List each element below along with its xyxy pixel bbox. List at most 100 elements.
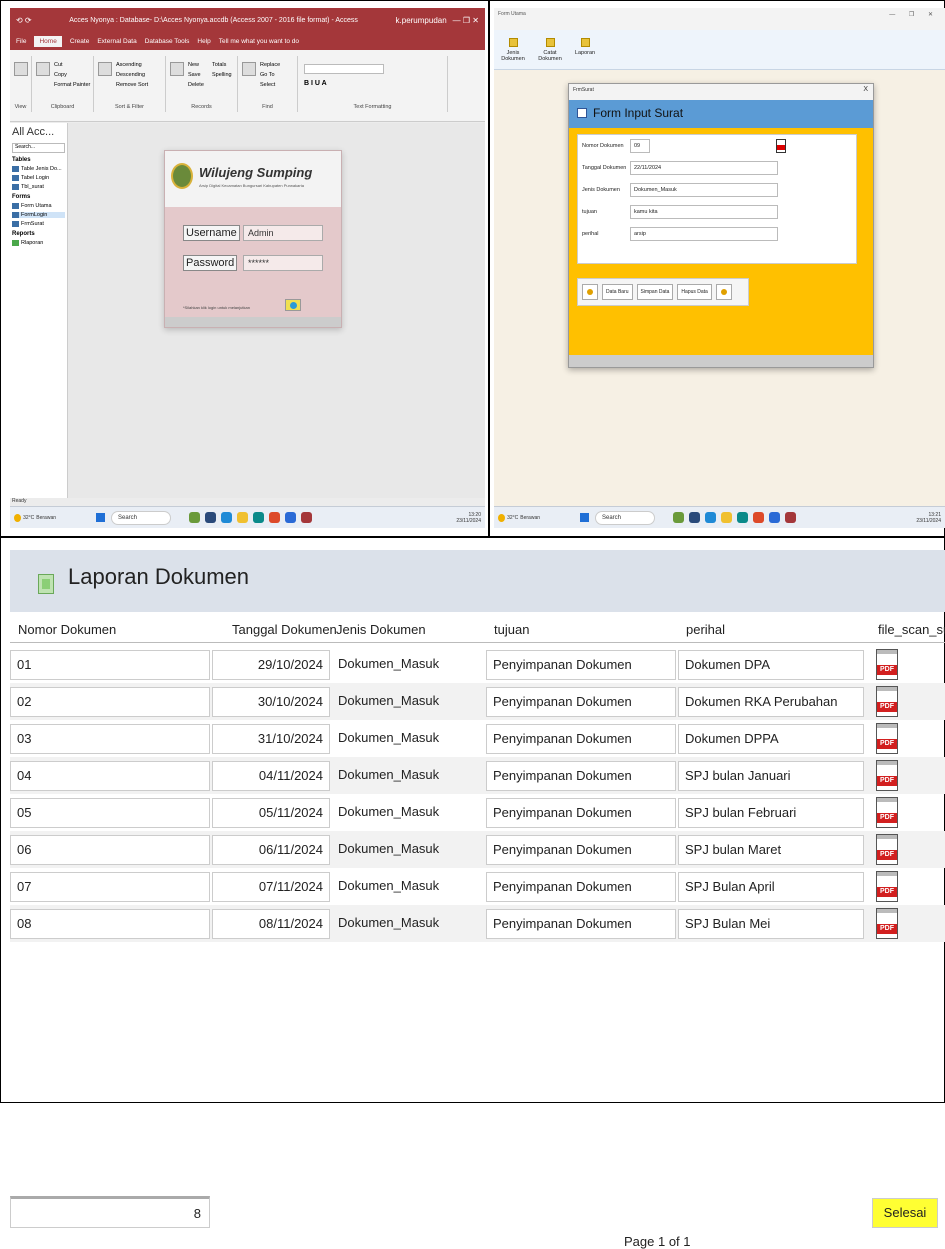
- weather-widget[interactable]: 32°C Berawan: [494, 513, 540, 522]
- form-fields-area: Nomor Dokumen 09 Tanggal Dokumen 22/11/2…: [577, 134, 857, 264]
- format-painter-button[interactable]: Format Painter: [54, 82, 90, 88]
- quick-access-icons[interactable]: ⟲ ⟳: [16, 16, 32, 25]
- login-button[interactable]: [285, 299, 301, 311]
- nav-item[interactable]: Table Jenis Do...: [12, 166, 65, 172]
- pdf-file-icon[interactable]: PDF: [876, 797, 898, 828]
- app-icon[interactable]: [253, 512, 264, 523]
- previous-record-button[interactable]: [582, 284, 598, 300]
- pdf-file-icon[interactable]: PDF: [876, 686, 898, 717]
- view-icon[interactable]: [14, 62, 28, 76]
- nav-search-input[interactable]: Search...: [12, 143, 65, 153]
- tab-help[interactable]: Help: [197, 38, 210, 45]
- form-input-surat: FrmSurat X Form Input Surat Nomor Dokumen…: [568, 83, 874, 368]
- app-icon[interactable]: [689, 512, 700, 523]
- catat-dokumen-button[interactable]: Catat Dokumen: [532, 36, 568, 66]
- username-input[interactable]: Admin: [243, 225, 323, 241]
- nav-section-forms[interactable]: Forms: [12, 194, 65, 200]
- descending-button[interactable]: Descending: [116, 72, 145, 78]
- pdf-attachment-icon[interactable]: [776, 139, 786, 153]
- delete-button[interactable]: Delete: [188, 82, 204, 88]
- weather-widget[interactable]: 32°C Berawan: [10, 513, 56, 522]
- cut-button[interactable]: Cut: [54, 62, 63, 68]
- pdf-file-icon[interactable]: PDF: [876, 723, 898, 754]
- window-controls[interactable]: — ❐ ✕: [453, 16, 479, 25]
- tanggal-dokumen-input[interactable]: 22/11/2024: [630, 161, 778, 175]
- perihal-input[interactable]: arsip: [630, 227, 778, 241]
- password-input[interactable]: ******: [243, 255, 323, 271]
- nav-section-tables[interactable]: Tables: [12, 157, 65, 163]
- table-icon: [12, 166, 19, 172]
- tab-home[interactable]: Home: [34, 35, 62, 47]
- nomor-dokumen-input[interactable]: 09: [630, 139, 650, 153]
- taskbar-search[interactable]: Search: [595, 510, 655, 525]
- jenis-dokumen-button[interactable]: Jenis Dokumen: [496, 36, 530, 66]
- app-icon[interactable]: [189, 512, 200, 523]
- remove-sort-button[interactable]: Remove Sort: [116, 82, 148, 88]
- nav-item[interactable]: Form Utama: [12, 203, 65, 209]
- tab-create[interactable]: Create: [70, 38, 90, 45]
- edge-icon[interactable]: [769, 512, 780, 523]
- folder-icon[interactable]: [237, 512, 248, 523]
- chrome-icon[interactable]: [753, 512, 764, 523]
- app-icon[interactable]: [705, 512, 716, 523]
- goto-button[interactable]: Go To: [260, 72, 275, 78]
- pdf-file-icon[interactable]: PDF: [876, 760, 898, 791]
- nav-header[interactable]: All Acc...: [10, 123, 67, 141]
- pdf-file-icon[interactable]: PDF: [876, 871, 898, 902]
- copy-button[interactable]: Copy: [54, 72, 67, 78]
- chrome-icon[interactable]: [269, 512, 280, 523]
- replace-button[interactable]: Replace: [260, 62, 280, 68]
- table-row: 08 08/11/2024 Dokumen_Masuk Penyimpanan Dok…: [10, 905, 945, 942]
- table-cell: SPJ Bulan April: [678, 872, 864, 902]
- access-icon[interactable]: [301, 512, 312, 523]
- nav-item[interactable]: Tabel Login: [12, 175, 65, 181]
- close-icon[interactable]: X: [863, 86, 868, 93]
- next-record-button[interactable]: [715, 284, 732, 300]
- find-icon[interactable]: [242, 62, 256, 76]
- selesai-button[interactable]: Selesai: [872, 1198, 938, 1228]
- app-icon[interactable]: [205, 512, 216, 523]
- spelling-button[interactable]: Spelling: [212, 72, 232, 78]
- nav-section-reports[interactable]: Reports: [12, 231, 65, 237]
- nav-item[interactable]: Tbl_surat: [12, 184, 65, 190]
- tab-external-data[interactable]: External Data: [97, 38, 136, 45]
- select-button[interactable]: Select: [260, 82, 275, 88]
- tell-me-box[interactable]: Tell me what you want to do: [219, 38, 299, 45]
- app-icon[interactable]: [737, 512, 748, 523]
- filter-icon[interactable]: [98, 62, 112, 76]
- jenis-dokumen-select[interactable]: Dokumen_Masuk: [630, 183, 778, 197]
- taskbar-search[interactable]: Search: [111, 510, 171, 525]
- totals-button[interactable]: Totals: [212, 62, 226, 68]
- edge-icon[interactable]: [285, 512, 296, 523]
- simpan-data-button[interactable]: Simpan Data: [636, 284, 674, 300]
- ascending-button[interactable]: Ascending: [116, 62, 142, 68]
- refresh-icon[interactable]: [170, 62, 184, 76]
- paste-icon[interactable]: [36, 62, 50, 76]
- app-icon[interactable]: [673, 512, 684, 523]
- app-icon[interactable]: [221, 512, 232, 523]
- laporan-button[interactable]: Laporan: [572, 36, 598, 66]
- data-baru-button[interactable]: Data Baru: [602, 284, 633, 300]
- report-header: Laporan Dokumen: [10, 550, 945, 612]
- tab-file[interactable]: File: [16, 38, 26, 45]
- pdf-file-icon[interactable]: PDF: [876, 649, 898, 680]
- nav-item[interactable]: FrmSurat: [12, 221, 65, 227]
- tab-database-tools[interactable]: Database Tools: [145, 38, 190, 45]
- pdf-file-icon[interactable]: PDF: [876, 908, 898, 939]
- new-button[interactable]: New: [188, 62, 199, 68]
- hapus-data-button[interactable]: Hapus Data: [677, 284, 712, 300]
- folder-icon[interactable]: [721, 512, 732, 523]
- window-controls[interactable]: — ❐ ✕: [889, 11, 939, 18]
- save-button[interactable]: Save: [188, 72, 201, 78]
- text-format-icons[interactable]: B I U A: [304, 80, 327, 87]
- nav-item[interactable]: Rlaporan: [12, 240, 65, 246]
- system-tray[interactable]: 13:21 23/11/2024: [916, 512, 945, 524]
- nav-item[interactable]: FormLogin: [12, 212, 65, 218]
- access-icon[interactable]: [785, 512, 796, 523]
- pdf-file-icon[interactable]: PDF: [876, 834, 898, 865]
- font-select[interactable]: [304, 64, 384, 74]
- system-tray[interactable]: 13:20 23/11/2024: [456, 512, 485, 524]
- tujuan-input[interactable]: kamu kita: [630, 205, 778, 219]
- windows-start-icon[interactable]: [96, 513, 105, 522]
- windows-start-icon[interactable]: [580, 513, 589, 522]
